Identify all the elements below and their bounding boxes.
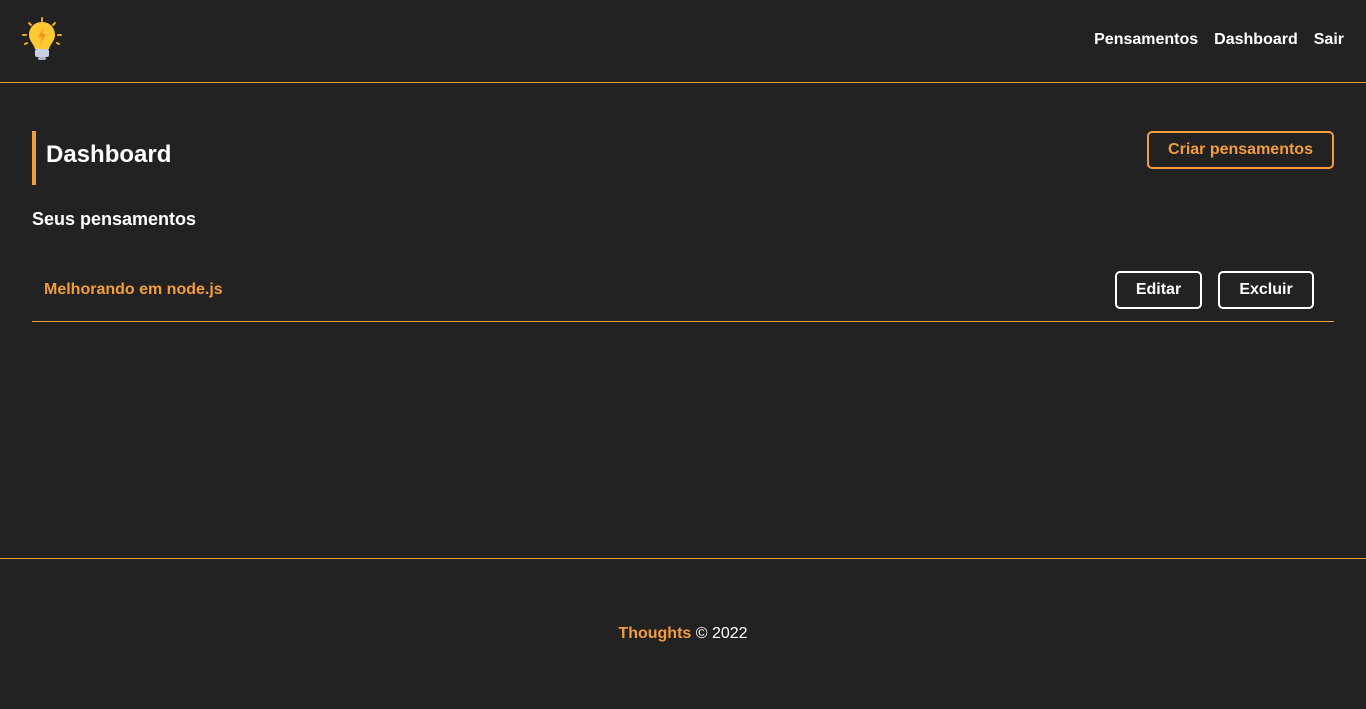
nav-links: Pensamentos Dashboard Sair	[1094, 31, 1344, 49]
title-bar: Dashboard Criar pensamentos	[32, 131, 1334, 185]
thought-actions: Editar Excluir	[1115, 271, 1314, 309]
nav-link-sair[interactable]: Sair	[1314, 31, 1344, 49]
thought-title: Melhorando em node.js	[44, 281, 223, 298]
footer-copyright: © 2022	[695, 625, 748, 642]
footer: Thoughts © 2022	[0, 558, 1366, 709]
navbar: Pensamentos Dashboard Sair	[0, 0, 1366, 83]
edit-button[interactable]: Editar	[1115, 271, 1202, 309]
thought-list-item: Melhorando em node.js Editar Excluir	[32, 271, 1334, 322]
create-thought-button[interactable]: Criar pensamentos	[1147, 131, 1334, 169]
delete-button[interactable]: Excluir	[1218, 271, 1314, 309]
footer-text: Thoughts © 2022	[0, 625, 1366, 643]
footer-brand: Thoughts	[618, 625, 692, 642]
page-title: Dashboard	[32, 131, 171, 185]
dashboard-main: Dashboard Criar pensamentos Seus pensame…	[32, 131, 1334, 322]
nav-link-pensamentos[interactable]: Pensamentos	[1094, 31, 1198, 49]
lightbulb-icon[interactable]	[20, 16, 64, 62]
nav-link-dashboard[interactable]: Dashboard	[1214, 31, 1298, 49]
section-subtitle: Seus pensamentos	[32, 209, 197, 229]
